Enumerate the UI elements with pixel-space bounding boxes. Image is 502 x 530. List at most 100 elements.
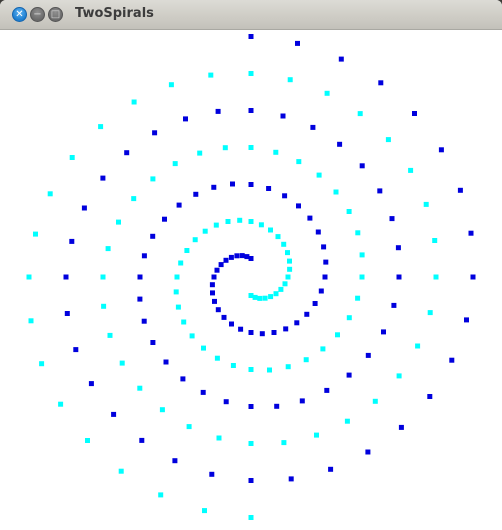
spiral-point xyxy=(333,189,339,195)
spiral-point xyxy=(449,357,455,363)
spiral-point xyxy=(324,387,330,393)
spiral-point xyxy=(280,113,286,119)
spiral-point xyxy=(295,40,300,46)
spiral-point xyxy=(237,217,243,223)
spiral-point xyxy=(173,289,179,295)
spiral-point xyxy=(131,99,137,105)
close-window-button[interactable]: ✕ xyxy=(12,7,27,22)
spiral-point xyxy=(174,274,180,280)
spiral-point xyxy=(323,259,329,265)
spiral-point xyxy=(281,440,287,446)
spiral-point xyxy=(372,398,378,404)
spiral-point xyxy=(355,295,361,301)
spiral-point xyxy=(175,304,181,310)
spiral-point xyxy=(176,202,182,208)
spiral-point xyxy=(152,130,158,136)
spiral-point xyxy=(427,394,433,399)
spiral-point xyxy=(239,253,245,259)
spiral-point xyxy=(202,228,208,234)
spiral-series-1 xyxy=(63,34,476,483)
spiral-point xyxy=(85,438,90,443)
spiral-point xyxy=(281,241,287,247)
spiral-point xyxy=(214,355,220,361)
spiral-point xyxy=(150,233,156,239)
spiral-point xyxy=(214,267,220,273)
spiral-point xyxy=(415,343,421,349)
spiral-point xyxy=(63,274,69,280)
spiral-point xyxy=(218,262,224,268)
spiral-point xyxy=(28,318,34,324)
spiral-point xyxy=(346,209,352,214)
spiral-point xyxy=(215,307,221,313)
spiral-point xyxy=(197,150,203,156)
spiral-point xyxy=(303,357,309,363)
spiral-point xyxy=(248,367,254,372)
minimize-icon: − xyxy=(33,8,42,20)
spiral-point xyxy=(248,330,254,335)
spiral-point xyxy=(100,274,106,280)
spiral-series-2 xyxy=(26,71,439,520)
spiral-point xyxy=(141,318,147,324)
maximize-window-button[interactable]: □ xyxy=(48,7,63,22)
spiral-point xyxy=(316,172,322,178)
spiral-point xyxy=(181,319,187,325)
spiral-point xyxy=(137,274,143,280)
spiral-point xyxy=(359,252,365,258)
spiral-point xyxy=(163,359,169,365)
spiral-point xyxy=(321,244,327,250)
spiral-point xyxy=(228,254,234,260)
spiral-point xyxy=(355,230,361,236)
spiral-point xyxy=(210,290,215,296)
spiral-point xyxy=(433,274,439,280)
maximize-icon: □ xyxy=(50,8,61,20)
spiral-point xyxy=(335,332,340,338)
spiral-point xyxy=(268,227,273,233)
spiral-point xyxy=(158,492,164,498)
spiral-point xyxy=(101,303,107,309)
spiral-point xyxy=(391,302,397,308)
spiral-point xyxy=(389,216,395,222)
spiral-point xyxy=(427,310,433,316)
spiral-point xyxy=(266,186,272,191)
spiral-point xyxy=(365,352,371,358)
spiral-point xyxy=(268,294,274,300)
spiral-point xyxy=(248,404,254,409)
spiral-point xyxy=(314,432,319,438)
spiral-point xyxy=(118,468,124,474)
spiral-point xyxy=(116,219,121,225)
spiral-point xyxy=(359,274,365,280)
spiral-point xyxy=(248,256,254,261)
spiral-point xyxy=(357,111,363,117)
spiral-point xyxy=(238,326,244,332)
spirals-plot xyxy=(26,34,476,520)
spiral-point xyxy=(139,437,145,443)
spiral-point xyxy=(299,398,305,404)
spiral-point xyxy=(273,291,279,297)
spiral-point xyxy=(189,333,195,339)
spiral-point xyxy=(137,385,143,391)
spiral-point xyxy=(248,108,254,113)
spiral-point xyxy=(248,441,254,446)
spiral-point xyxy=(234,253,240,259)
close-icon: ✕ xyxy=(15,8,24,20)
spiral-point xyxy=(287,258,292,264)
spiral-point xyxy=(212,298,217,304)
app-window: ✕ − □ TwoSpirals xyxy=(0,0,502,530)
spiral-point xyxy=(278,286,284,292)
spiral-point xyxy=(287,77,293,83)
title-bar[interactable]: ✕ − □ TwoSpirals xyxy=(0,0,502,30)
spiral-point xyxy=(248,293,254,298)
spiral-point xyxy=(39,361,45,367)
spiral-point xyxy=(211,274,217,280)
spiral-point xyxy=(304,311,310,317)
spiral-point xyxy=(208,72,214,78)
spiral-point xyxy=(211,184,217,190)
spiral-point xyxy=(215,108,221,114)
spiral-point xyxy=(100,175,106,181)
spiral-point xyxy=(192,237,198,243)
spiral-point xyxy=(124,150,130,156)
spiral-point xyxy=(365,449,371,455)
spiral-point xyxy=(315,229,321,235)
minimize-window-button[interactable]: − xyxy=(30,7,45,22)
spiral-point xyxy=(328,466,334,472)
